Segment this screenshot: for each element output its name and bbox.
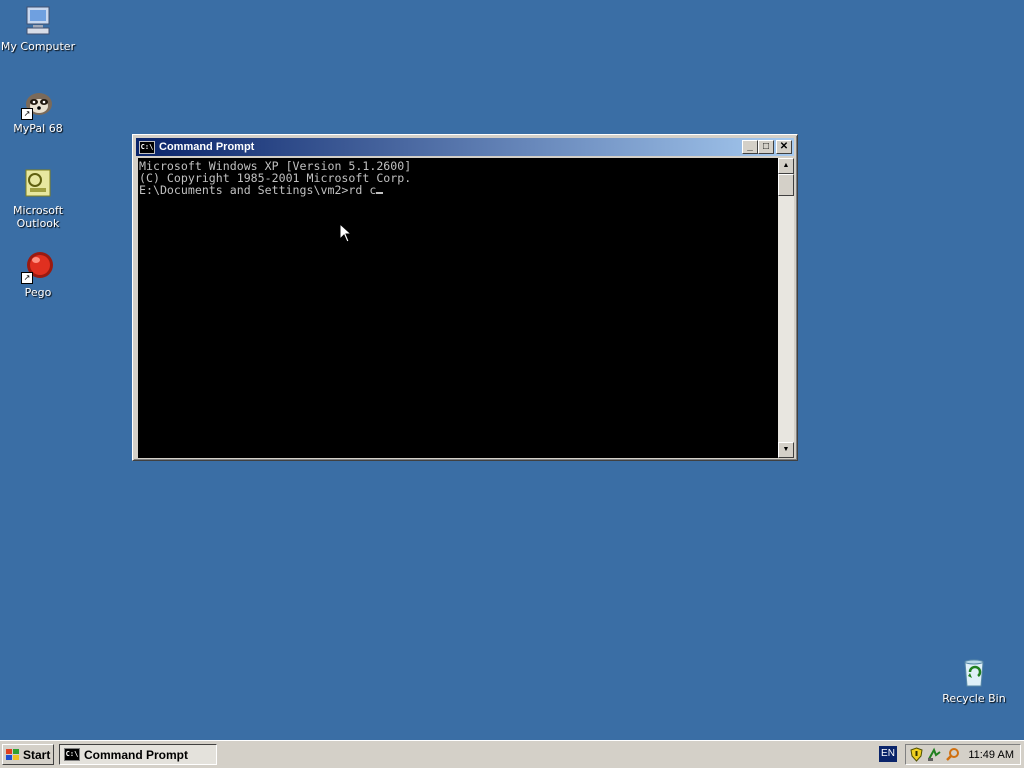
window-title: Command Prompt xyxy=(159,141,255,153)
mouse-pointer-icon xyxy=(339,223,351,243)
vertical-scrollbar[interactable]: ▲ ▼ xyxy=(778,158,794,458)
shield-icon[interactable] xyxy=(909,747,924,762)
desktop-icon-mypal[interactable]: ↗ MyPal 68 xyxy=(0,86,76,135)
clock[interactable]: 11:49 AM xyxy=(968,749,1014,761)
console-output[interactable]: Microsoft Windows XP [Version 5.1.2600](… xyxy=(138,158,778,458)
search-icon[interactable] xyxy=(945,747,960,762)
pego-icon: ↗ xyxy=(21,250,55,284)
desktop-icon-label: Microsoft Outlook xyxy=(12,204,64,230)
scroll-thumb[interactable] xyxy=(778,174,794,196)
desktop-icon-pego[interactable]: ↗ Pego xyxy=(0,250,76,299)
start-button[interactable]: Start xyxy=(2,744,54,765)
text-cursor xyxy=(376,192,384,194)
windows-logo-icon xyxy=(6,748,20,761)
recycle-bin-icon xyxy=(957,656,991,690)
shortcut-arrow-icon: ↗ xyxy=(21,108,33,120)
command-prompt-window[interactable]: C:\ Command Prompt _ □ ✕ Microsoft Windo… xyxy=(132,134,798,461)
taskbar-item-command-prompt[interactable]: C:\ Command Prompt xyxy=(59,744,217,765)
desktop-icon-label: MyPal 68 xyxy=(13,122,63,135)
shortcut-arrow-icon: ↗ xyxy=(21,272,33,284)
maximize-button[interactable]: □ xyxy=(758,140,774,154)
raccoon-icon: ↗ xyxy=(21,86,55,120)
start-label: Start xyxy=(23,747,51,762)
close-button[interactable]: ✕ xyxy=(776,140,792,154)
scroll-up-button[interactable]: ▲ xyxy=(778,158,794,174)
minimize-button[interactable]: _ xyxy=(742,140,758,154)
cmd-icon: C:\ xyxy=(139,140,155,154)
desktop-icon-recycle-bin[interactable]: Recycle Bin xyxy=(936,656,1012,705)
taskbar: Start C:\ Command Prompt EN 11:49 AM xyxy=(0,740,1024,768)
computer-icon xyxy=(21,4,55,38)
system-tray: 11:49 AM xyxy=(905,744,1021,765)
desktop-icon-label: My Computer xyxy=(0,40,76,53)
scroll-down-button[interactable]: ▼ xyxy=(778,442,794,458)
cmd-icon: C:\ xyxy=(64,748,80,761)
taskbar-item-label: Command Prompt xyxy=(84,747,189,762)
desktop-icon-my-computer[interactable]: My Computer xyxy=(0,4,76,53)
language-indicator[interactable]: EN xyxy=(879,746,897,762)
desktop-icon-outlook[interactable]: Microsoft Outlook xyxy=(0,168,76,230)
desktop-icon-label: Recycle Bin xyxy=(942,692,1006,705)
window-titlebar[interactable]: C:\ Command Prompt _ □ ✕ xyxy=(136,138,794,156)
console-prompt-line: E:\Documents and Settings\vm2>rd c xyxy=(139,183,377,197)
desktop-icon-label: Pego xyxy=(24,286,52,299)
outlook-icon xyxy=(21,168,55,202)
network-icon[interactable] xyxy=(927,747,942,762)
